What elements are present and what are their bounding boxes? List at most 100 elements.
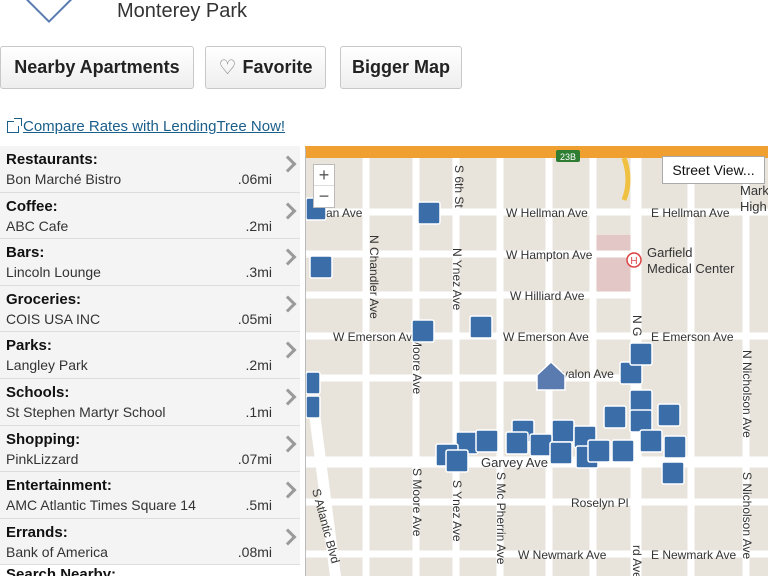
shopping-marker-icon (629, 389, 653, 413)
category-place-name: Lincoln Lounge (6, 264, 101, 281)
chevron-right-icon (279, 435, 297, 453)
category-label: Schools: (6, 383, 70, 401)
city-title: Monterey Park (117, 0, 248, 22)
street-label: N Ynez Ave (450, 248, 464, 311)
zoom-in-button[interactable]: + (314, 165, 334, 186)
street-label: W Hampton Ave (506, 248, 593, 262)
category-bars[interactable]: Bars: Lincoln Lounge .3mi (0, 239, 300, 286)
bar-marker-icon (661, 461, 685, 485)
favorite-button[interactable]: ♡ Favorite (205, 46, 326, 89)
zoom-out-button[interactable]: − (314, 186, 334, 207)
category-place-name: AMC Atlantic Times Square 14 (6, 497, 196, 514)
external-link-icon (7, 117, 22, 133)
coffee-marker-icon (306, 395, 321, 419)
grocery-marker-icon (663, 435, 687, 459)
street-label: W Hilliard Ave (510, 289, 585, 303)
street-label: S Ynez Ave (450, 480, 464, 542)
street-label: S Mc Pherrin Ave (494, 472, 508, 565)
category-label: Restaurants: (6, 151, 98, 168)
street-label: E Hellman Ave (651, 206, 730, 220)
grocery-marker-icon (639, 429, 663, 453)
category-place-name: ABC Cafe (6, 217, 69, 234)
category-entertainment[interactable]: Entertainment: AMC Atlantic Times Square… (0, 472, 300, 519)
street-label: S 6th St (452, 165, 466, 208)
street-label: W Emerson Ave (503, 330, 589, 344)
category-distance: .06mi (237, 171, 272, 187)
street-label: N Chandler Ave (367, 235, 381, 319)
category-label: Coffee: (6, 197, 58, 215)
grocery-marker-icon (611, 439, 635, 463)
search-nearby-heading: Search Nearby: (6, 566, 117, 576)
street-label: E Emerson Ave (651, 330, 734, 344)
category-place-name: St Stephen Martyr School (6, 403, 166, 420)
chevron-right-icon (279, 202, 297, 220)
favorite-label: Favorite (242, 57, 313, 77)
heart-icon: ♡ (218, 57, 237, 79)
bank-marker-icon (587, 439, 611, 463)
category-schools[interactable]: Schools: St Stephen Martyr School .1mi (0, 378, 300, 426)
street-label: E Newmark Ave (651, 548, 736, 562)
category-label: Entertainment: (6, 477, 112, 495)
street-label: S Nicholson Ave (740, 472, 754, 559)
hospital-letter: H (630, 256, 637, 267)
park-marker-icon (469, 315, 493, 339)
street-label: W Hellman Ave (506, 206, 588, 220)
restaurant-marker-icon (505, 431, 529, 455)
bigger-map-button[interactable]: Bigger Map (340, 46, 462, 89)
category-distance: .2mi (245, 357, 272, 374)
category-distance: .2mi (245, 217, 272, 234)
street-label: rd Ave (630, 545, 644, 576)
category-parks[interactable]: Parks: Langley Park .2mi (0, 332, 300, 379)
compare-rates-text: Compare Rates with LendingTree Now! (23, 118, 286, 135)
category-errands[interactable]: Errands: Bank of America .08mi (0, 518, 300, 566)
poi-label: Garfield (647, 245, 693, 260)
grocery-marker-icon (411, 319, 435, 343)
grocery-marker-icon (603, 405, 627, 429)
category-place-name: COIS USA INC (6, 310, 101, 327)
category-label: Shopping: (6, 430, 81, 448)
street-label: Garvey Ave (481, 455, 548, 470)
coffee-marker-icon (629, 409, 653, 433)
category-place-name: PinkLizzard (6, 450, 79, 467)
category-distance: .08mi (237, 543, 272, 560)
chevron-right-icon (279, 248, 297, 266)
category-distance: .07mi (237, 450, 272, 467)
school-marker-icon (445, 449, 469, 473)
category-label: Parks: (6, 337, 52, 355)
apartment-page: Monterey Park Nearby Apartments ♡ Favori… (0, 0, 768, 576)
category-distance: .5mi (245, 497, 272, 514)
category-distance: .05mi (237, 310, 272, 327)
chevron-right-icon (279, 388, 297, 406)
highway-shield-label: 23B (560, 152, 576, 162)
coffee-marker-icon (657, 403, 681, 427)
category-shopping[interactable]: Shopping: PinkLizzard .07mi (0, 425, 300, 473)
street-label: S Moore Ave (410, 468, 424, 537)
shopping-marker-icon (306, 371, 321, 395)
chevron-right-icon (279, 528, 297, 546)
zoom-control: + − (313, 164, 335, 208)
category-label: Bars: (6, 244, 45, 262)
chevron-right-icon (279, 155, 297, 173)
hospital-area (596, 235, 631, 297)
category-restaurants[interactable]: Restaurants: Bon Marché Bistro .06mi (0, 146, 300, 193)
street-label: W Newmark Ave (518, 548, 607, 562)
category-label: Groceries: (6, 290, 82, 308)
category-groceries[interactable]: Groceries: COIS USA INC .05mi (0, 285, 300, 333)
nearby-apartments-label: Nearby Apartments (14, 57, 180, 77)
nearby-apartments-button[interactable]: Nearby Apartments (0, 46, 194, 89)
compare-rates-link[interactable]: Compare Rates with LendingTree Now! (7, 117, 286, 135)
street-label: Roselyn Pl (571, 496, 628, 510)
map-canvas: 23B man Ave W Hellman Ave E Hellman Ave … (306, 150, 768, 576)
bank-marker-icon (529, 433, 553, 457)
street-label: N Nicholson Ave (740, 350, 754, 438)
restaurant-marker-icon (551, 419, 575, 443)
neighborhood-map[interactable]: 23B man Ave W Hellman Ave E Hellman Ave … (305, 146, 768, 576)
street-view-button[interactable]: Street View... (662, 156, 765, 184)
category-distance: .1mi (245, 403, 272, 420)
category-place-name: Bon Marché Bistro (6, 171, 122, 187)
chevron-right-icon (279, 295, 297, 313)
nearby-categories-list: Restaurants: Bon Marché Bistro .06mi Cof… (0, 146, 300, 566)
category-coffee[interactable]: Coffee: ABC Cafe .2mi (0, 192, 300, 240)
category-distance: .3mi (245, 264, 272, 281)
poi-label: Mark (740, 183, 768, 198)
